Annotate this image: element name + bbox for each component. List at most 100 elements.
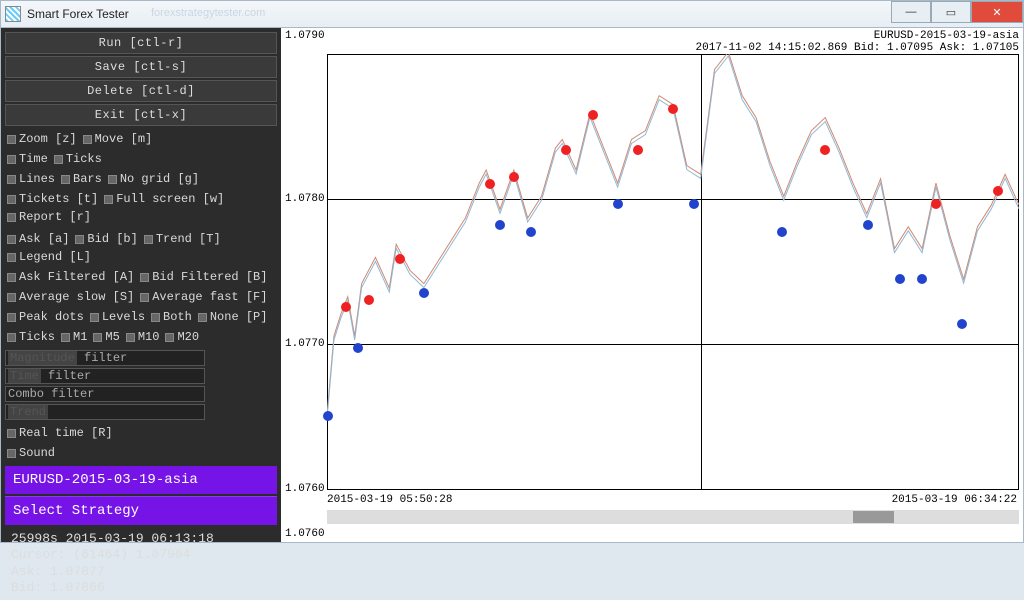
sound-checkbox[interactable]: Sound (7, 446, 55, 460)
peak-dots-checkbox[interactable]: Peak dots (7, 310, 84, 324)
sound-label: Sound (19, 446, 55, 460)
fullscreen-label: Full screen [w] (116, 192, 224, 206)
m1-checkbox[interactable]: M1 (61, 330, 87, 344)
status-bid: Bid: 1.07866 (11, 580, 271, 596)
legend-label: Legend [L] (19, 250, 91, 264)
status-cursor: Cursor: (61464) 1.07904 (11, 547, 271, 563)
price-chart[interactable]: 1.0790 EURUSD-2015-03-19-asia 2017-11-02… (281, 28, 1023, 542)
y-tick-1: 1.0780 (285, 193, 325, 205)
combo-filter-input[interactable]: Combo filter (5, 386, 205, 402)
peak-high-dot-5 (561, 145, 571, 155)
peak-high-dot-1 (364, 295, 374, 305)
status-panel: 25998s 2015-03-19 06:13:18 Cursor: (6146… (5, 527, 277, 600)
avg-slow-checkbox[interactable]: Average slow [S] (7, 290, 134, 304)
status-ask: Ask: 1.07877 (11, 564, 271, 580)
bars-checkbox[interactable]: Bars (61, 172, 102, 186)
ask-label: Ask [a] (19, 232, 69, 246)
realtime-checkbox[interactable]: Real time [R] (7, 426, 113, 440)
magnitude-filter-input[interactable]: Magnitude filter (5, 350, 205, 366)
report-label: Report [r] (19, 210, 91, 224)
time-filter-input[interactable]: Time filter (5, 368, 205, 384)
peak-low-dot-3 (495, 220, 505, 230)
trendf-text: Trend (8, 405, 48, 419)
maximize-button[interactable]: ▭ (931, 1, 971, 23)
tickets-label: Tickets [t] (19, 192, 98, 206)
lines-checkbox[interactable]: Lines (7, 172, 55, 186)
fullscreen-checkbox[interactable]: Full screen [w] (104, 192, 224, 206)
time-label: Time (19, 152, 48, 166)
bid-checkbox[interactable]: Bid [b] (75, 232, 137, 246)
bid-filtered-checkbox[interactable]: Bid Filtered [B] (140, 270, 267, 284)
ask-checkbox[interactable]: Ask [a] (7, 232, 69, 246)
m5-checkbox[interactable]: M5 (93, 330, 119, 344)
tickets-checkbox[interactable]: Tickets [t] (7, 192, 98, 206)
m10-checkbox[interactable]: M10 (126, 330, 160, 344)
ticks2-checkbox[interactable]: Ticks (7, 330, 55, 344)
m5-label: M5 (105, 330, 119, 344)
chart-timestamp-header: 2017-11-02 14:15:02.869 Bid: 1.07095 Ask… (696, 42, 1019, 54)
ask-filtered-checkbox[interactable]: Ask Filtered [A] (7, 270, 134, 284)
m20-checkbox[interactable]: M20 (165, 330, 199, 344)
y-bottom-label: 1.0760 (285, 528, 325, 540)
peak-low-dot-6 (689, 199, 699, 209)
window-title: Smart Forex Tester (27, 7, 129, 21)
realtime-label: Real time [R] (19, 426, 113, 440)
lines-label: Lines (19, 172, 55, 186)
nogrid-checkbox[interactable]: No grid [g] (108, 172, 199, 186)
bid-f-label: Bid Filtered [B] (152, 270, 267, 284)
peak-high-dot-6 (588, 110, 598, 120)
trend-checkbox[interactable]: Trend [T] (144, 232, 221, 246)
none-checkbox[interactable]: None [P] (198, 310, 268, 324)
y-tick-0: 1.0790 (285, 30, 325, 42)
report-checkbox[interactable]: Report [r] (7, 210, 91, 224)
x-start-label: 2015-03-19 05:50:28 (327, 494, 452, 506)
exit-button[interactable]: Exit [ctl-x] (5, 104, 277, 126)
url-hint: forexstrategytester.com (151, 7, 265, 19)
peak-high-dot-3 (485, 179, 495, 189)
zoom-checkbox[interactable]: Zoom [z] (7, 132, 77, 146)
both-label: Both (163, 310, 192, 324)
chart-symbol-header: EURUSD-2015-03-19-asia (874, 30, 1019, 42)
legend-checkbox[interactable]: Legend [L] (7, 250, 91, 264)
price-line (327, 54, 1019, 491)
peak-low-dot-0 (323, 411, 333, 421)
bid-label: Bid [b] (87, 232, 137, 246)
time-checkbox[interactable]: Time (7, 152, 48, 166)
both-checkbox[interactable]: Both (151, 310, 192, 324)
peak-low-dot-8 (863, 220, 873, 230)
ticks-checkbox[interactable]: Ticks (54, 152, 102, 166)
peak-label: Peak dots (19, 310, 84, 324)
minimize-button[interactable]: — (891, 1, 931, 23)
trend-label: Trend [T] (156, 232, 221, 246)
peak-high-dot-10 (931, 199, 941, 209)
close-button[interactable]: ✕ (971, 1, 1023, 23)
window-titlebar: Smart Forex Tester forexstrategytester.c… (0, 0, 1024, 28)
select-strategy-button[interactable]: Select Strategy (5, 496, 277, 525)
save-button[interactable]: Save [ctl-s] (5, 56, 277, 78)
mag-label: Magnitude (8, 351, 77, 365)
levels-label: Levels (102, 310, 145, 324)
peak-low-dot-11 (957, 319, 967, 329)
run-button[interactable]: Run [ctl-r] (5, 32, 277, 54)
nogrid-label: No grid [g] (120, 172, 199, 186)
peak-high-dot-11 (993, 186, 1003, 196)
avg-fast-checkbox[interactable]: Average fast [F] (140, 290, 267, 304)
ask-f-label: Ask Filtered [A] (19, 270, 134, 284)
peak-high-dot-4 (509, 172, 519, 182)
status-clock: 25998s 2015-03-19 06:13:18 (11, 531, 271, 547)
avg-slow-label: Average slow [S] (19, 290, 134, 304)
peak-low-dot-10 (917, 274, 927, 284)
ticks-label: Ticks (66, 152, 102, 166)
none-label: None [P] (210, 310, 268, 324)
move-checkbox[interactable]: Move [m] (83, 132, 153, 146)
avg-fast-label: Average fast [F] (152, 290, 267, 304)
trend-filter-input[interactable]: Trend (5, 404, 205, 420)
peak-low-dot-4 (526, 227, 536, 237)
levels-checkbox[interactable]: Levels (90, 310, 145, 324)
chart-scrollbar[interactable] (327, 510, 1019, 524)
scrollbar-thumb[interactable] (853, 511, 895, 523)
dataset-name[interactable]: EURUSD-2015-03-19-asia (5, 466, 277, 494)
delete-button[interactable]: Delete [ctl-d] (5, 80, 277, 102)
peak-low-dot-1 (353, 343, 363, 353)
m20-label: M20 (177, 330, 199, 344)
